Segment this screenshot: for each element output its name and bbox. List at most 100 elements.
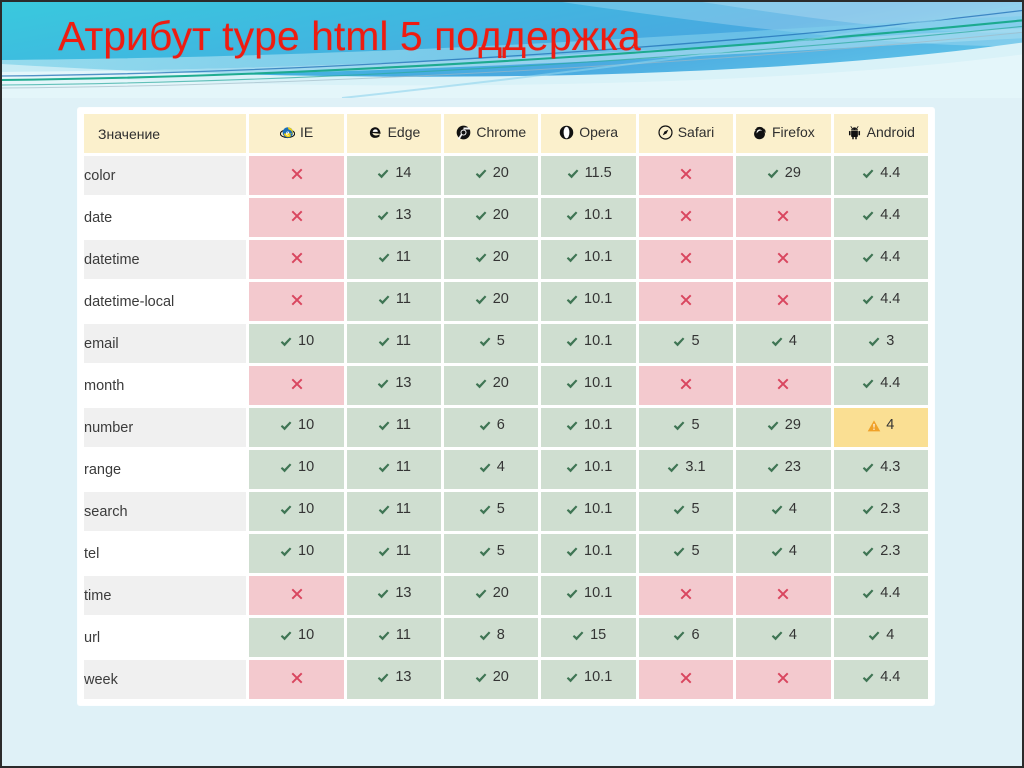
support-cell: 10 [249,450,344,489]
table-body: color 14 20 11.5 29 4.4 date 13 20 10.1 4.4 datetim… [84,156,928,699]
support-cell: 20 [444,366,539,405]
support-version-number: 11 [395,501,411,518]
support-cell: 6 [638,618,734,657]
support-version-number: 4.4 [880,291,901,308]
support-version-number: 23 [784,459,801,476]
support-cell: 10.1 [541,450,636,489]
cross-icon [290,251,304,265]
support-cell-content: 10.1 [565,502,612,517]
check-icon [376,587,390,601]
support-version-number: 10.1 [584,417,613,434]
check-icon [376,209,390,223]
check-icon [376,671,390,685]
support-cell: 2.3 [833,492,928,531]
support-cell-content: 23 [766,460,801,475]
column-header-edge: Edge [346,114,442,153]
check-icon [565,503,579,517]
support-version-number: 29 [784,417,801,434]
support-cell [736,240,831,279]
support-cell: 3.1 [638,450,734,489]
support-cell-content [290,251,304,265]
cross-icon [776,587,790,601]
support-cell-content: 4.4 [861,166,900,181]
support-cell-content: 11 [377,502,411,517]
check-icon [377,293,391,307]
table-row: color 14 20 11.5 29 4.4 [84,156,928,195]
support-version-number: 5 [496,501,505,518]
support-version-number: 4 [788,333,797,350]
support-cell-content [679,377,693,391]
check-icon [672,419,686,433]
support-version-number: 4 [886,627,895,644]
support-version-number: 3.1 [685,459,706,476]
support-cell: 10.1 [541,408,636,447]
support-version-number: 5 [691,333,700,350]
support-cell [638,366,734,405]
support-cell [638,240,734,279]
support-cell: 4 [833,618,928,657]
support-cell-content: 6 [478,418,505,433]
support-cell-content: 5 [672,544,700,559]
input-type-value: number [84,408,247,447]
support-cell-content [290,377,304,391]
support-cell: 5 [638,324,734,363]
table-row: url 10 11 8 15 6 4 4 [84,618,928,657]
support-cell-content: 11 [377,250,411,265]
check-icon [861,251,875,265]
check-icon [279,419,293,433]
check-icon [478,545,492,559]
support-cell: 20 [444,156,539,195]
check-icon [861,461,875,475]
check-icon [474,251,488,265]
support-cell: 6 [444,408,539,447]
input-type-value: search [84,492,247,531]
support-cell [736,282,831,321]
browser-support-table: Значение e IE Edge Chrome Opera Safari F… [81,111,931,702]
column-header-firefox: Firefox [736,114,831,153]
support-cell: 10.1 [541,576,636,615]
check-icon [766,419,780,433]
support-cell-content: 20 [474,250,509,265]
support-version-number: 20 [492,249,509,266]
support-version-number: 20 [492,375,509,392]
support-cell: 11 [346,618,442,657]
support-cell-content: 20 [474,292,509,307]
support-version-number: 4.4 [880,249,901,266]
column-header-ie-label: IE [299,124,314,140]
support-cell-content: 5 [478,544,505,559]
support-cell-content: 3 [867,334,894,349]
check-icon [377,335,391,349]
support-cell [736,366,831,405]
check-icon [279,461,293,475]
support-cell-content: 4 [770,334,797,349]
column-header-firefox-label: Firefox [771,124,815,140]
input-type-value: datetime-local [84,282,247,321]
support-cell: 2.3 [833,534,928,573]
support-version-number: 14 [395,165,412,182]
check-icon [474,377,488,391]
input-type-value: time [84,576,247,615]
support-version-number: 2.3 [880,543,901,560]
support-cell-content: 10.1 [565,292,612,307]
support-cell: 11 [346,324,442,363]
check-icon [565,335,579,349]
input-type-value: color [84,156,247,195]
support-cell-content: 11 [377,544,411,559]
support-cell-content: 13 [376,376,412,391]
input-type-value: range [84,450,247,489]
support-cell: 10.1 [541,282,636,321]
cross-icon [679,671,693,685]
support-cell-content: 3.1 [666,459,706,476]
check-icon [279,503,293,517]
input-type-value: month [84,366,247,405]
support-cell-content [776,671,790,685]
check-icon [478,461,492,475]
support-version-number: 4 [788,543,797,560]
check-icon [565,587,579,601]
column-header-android-label: Android [866,124,915,140]
support-cell: 29 [736,156,831,195]
support-version-number: 4.4 [880,669,901,686]
check-icon [867,335,881,349]
support-cell-content: 4.4 [861,586,900,601]
input-type-value: email [84,324,247,363]
